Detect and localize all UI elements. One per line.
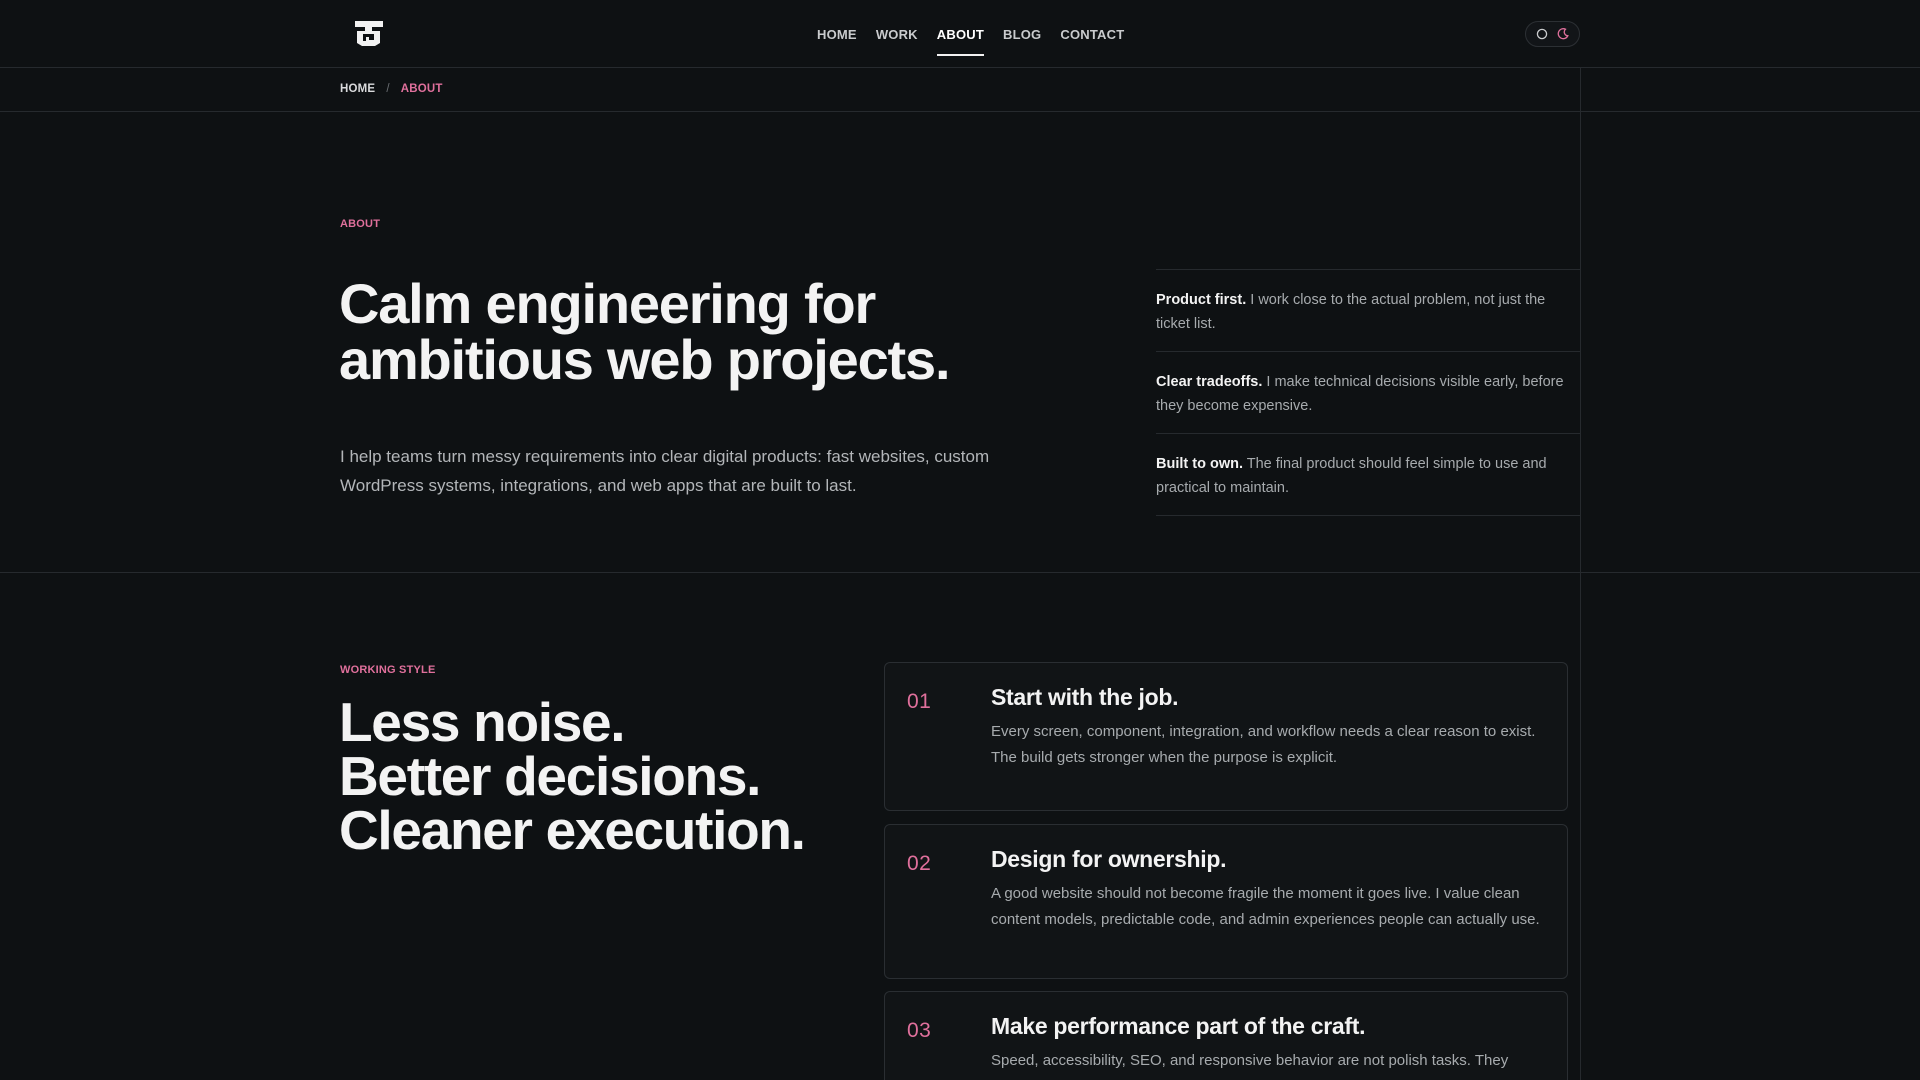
card-title: Design for ownership.: [991, 846, 1227, 872]
card-number: 02: [907, 852, 932, 875]
light-icon[interactable]: [1534, 26, 1550, 42]
card-body: A good website should not become fragile…: [991, 885, 1540, 928]
nav-work[interactable]: WORK: [876, 21, 918, 48]
principle-item: Clear tradeoffs. I make technical decisi…: [1156, 352, 1580, 434]
theme-toggle[interactable]: [1525, 21, 1580, 47]
page-title-line: ambitious web projects.: [339, 328, 951, 391]
principle-card: 03 Make performance part of the craft. S…: [884, 991, 1568, 1080]
principle-item: Built to own. The final product should f…: [1156, 434, 1580, 516]
card-title: Start with the job.: [991, 684, 1179, 710]
main-nav: HOME WORK ABOUT BLOG CONTACT: [817, 0, 1124, 68]
working-style-title-line: Less noise.: [339, 691, 626, 753]
about-page: HOME WORK ABOUT BLOG CONTACT HOME / ABOU…: [0, 0, 1920, 1080]
principle-lead: Clear tradeoffs.: [1156, 374, 1263, 390]
nav-home[interactable]: HOME: [817, 21, 857, 48]
card-title: Make performance part of the craft.: [991, 1013, 1366, 1039]
hero-description: I help teams turn messy requirements int…: [340, 447, 990, 495]
page-title: Calm engineering for ambitious web proje…: [339, 276, 1039, 388]
site-logo[interactable]: [353, 19, 385, 47]
page-title-line: Calm engineering for: [339, 272, 876, 335]
working-style-title-line: Better decisions.: [339, 745, 761, 807]
nav-blog[interactable]: BLOG: [1003, 21, 1041, 48]
breadcrumb-separator: /: [386, 83, 390, 95]
card-body: Every screen, component, integration, an…: [991, 723, 1536, 766]
breadcrumb-divider: [0, 111, 1920, 112]
dark-icon[interactable]: [1555, 26, 1571, 42]
principle-lead: Built to own.: [1156, 456, 1243, 472]
nav-about[interactable]: ABOUT: [936, 21, 985, 56]
principle-card: 01 Start with the job. Every screen, com…: [884, 662, 1568, 811]
principle-item: Product first. I work close to the actua…: [1156, 270, 1580, 352]
working-style-eyebrow: WORKING STYLE: [340, 664, 436, 676]
breadcrumb-current: ABOUT: [400, 83, 443, 95]
working-style-title: Less noise. Better decisions. Cleaner ex…: [339, 695, 859, 858]
card-body: Speed, accessibility, SEO, and responsiv…: [991, 1052, 1509, 1069]
working-style-title-line: Cleaner execution.: [339, 799, 806, 861]
principle-card: 02 Design for ownership. A good website …: [884, 824, 1568, 979]
nav-contact[interactable]: CONTACT: [1060, 21, 1124, 48]
logo-icon: [355, 21, 383, 46]
breadcrumb: HOME / ABOUT: [340, 83, 443, 95]
principle-lead: Product first.: [1156, 292, 1247, 308]
principles-list: Product first. I work close to the actua…: [1156, 269, 1580, 516]
site-header: HOME WORK ABOUT BLOG CONTACT: [0, 0, 1920, 68]
right-gutter-line: [1580, 68, 1581, 1080]
section-divider: [0, 572, 1920, 573]
card-number: 01: [907, 690, 932, 713]
hero-eyebrow: ABOUT: [340, 218, 381, 230]
breadcrumb-home[interactable]: HOME: [340, 83, 375, 95]
card-number: 03: [907, 1019, 932, 1042]
